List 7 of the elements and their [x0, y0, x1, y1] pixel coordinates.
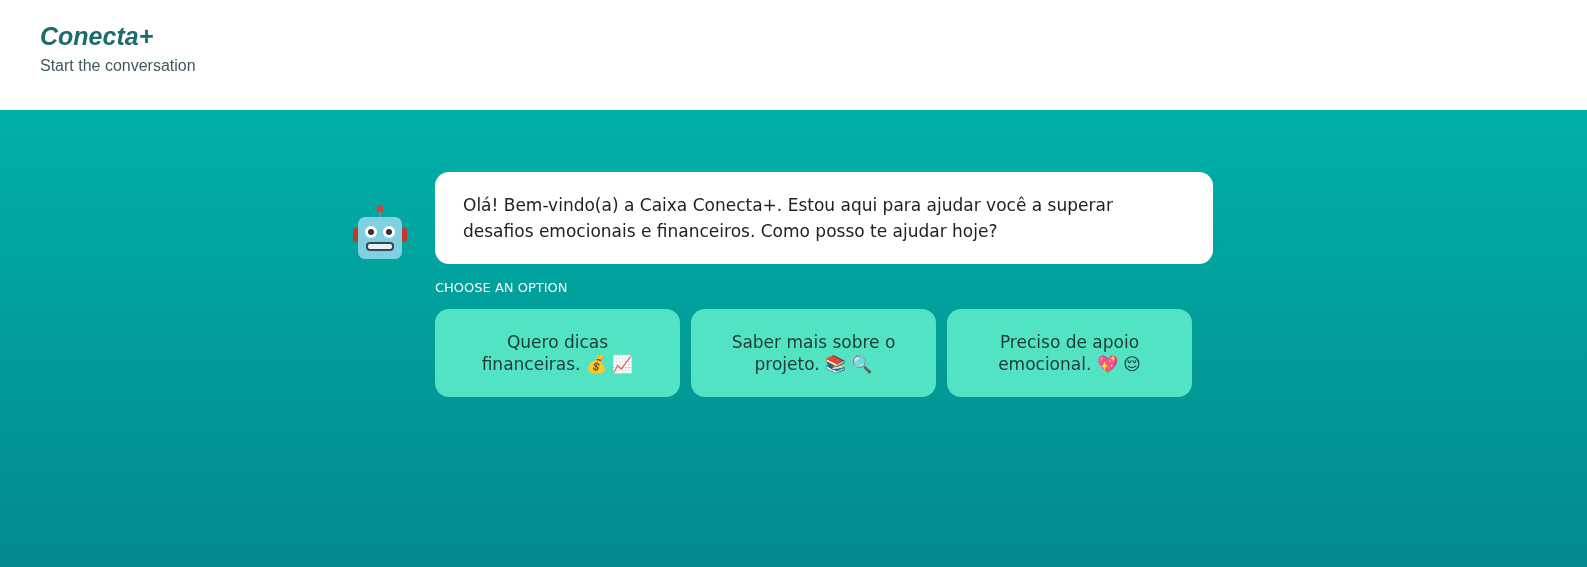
app-title: Conecta+ — [40, 22, 155, 51]
option-button[interactable]: Preciso de apoio emocional. 💖 😌 — [947, 309, 1192, 397]
options-label: CHOOSE AN OPTION — [435, 280, 569, 295]
option-button[interactable]: Quero dicas financeiras. 💰 📈 — [435, 309, 680, 397]
option-button[interactable]: Saber mais sobre o projeto. 📚 🔍 — [691, 309, 936, 397]
app-subtitle: Start the conversation — [40, 57, 197, 75]
chat-message: Olá! Bem-vindo(a) a Caixa Conecta+. Estou aqui para ajudar você a superar desafios emocionais e financeiros. Como posso te ajudar hoje? — [435, 172, 1213, 264]
